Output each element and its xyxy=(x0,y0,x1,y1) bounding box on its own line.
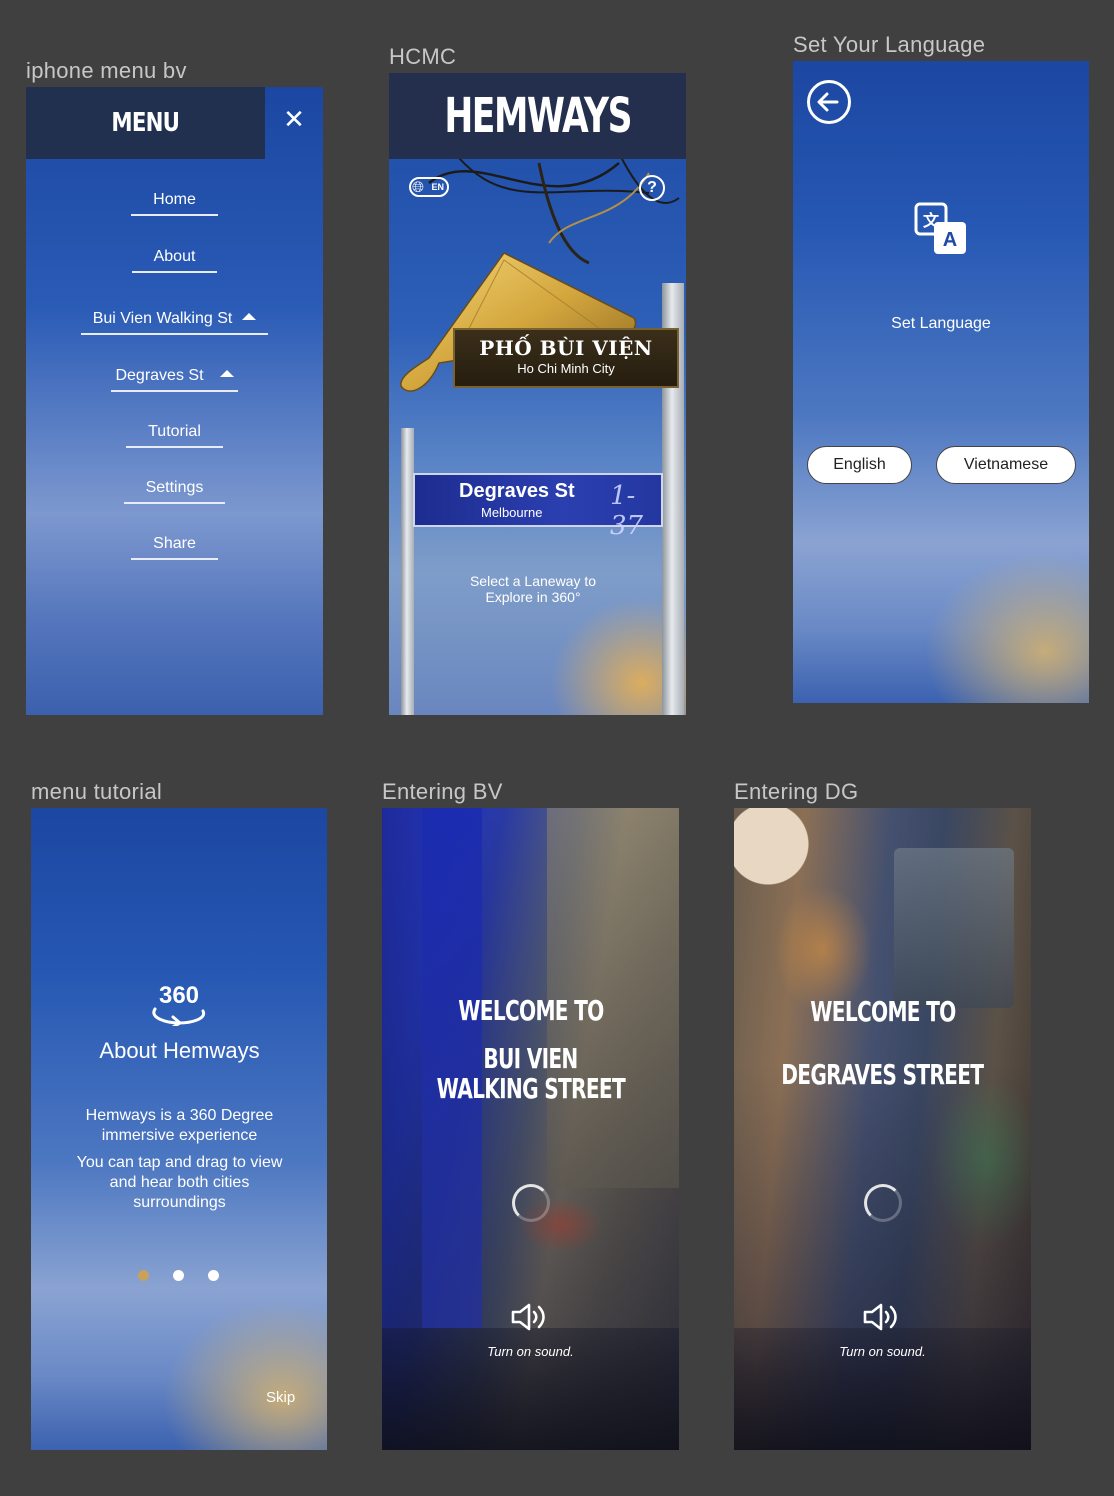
tutorial-heading: About Hemways xyxy=(99,1038,260,1063)
frame-title-tutorial: menu tutorial xyxy=(31,779,163,804)
skip-button[interactable]: Skip xyxy=(266,1389,295,1406)
body-line: surroundings xyxy=(133,1194,226,1211)
sign-bui-vien-city: Ho Chi Minh City xyxy=(517,361,615,376)
menu-item-degraves[interactable]: Degraves St xyxy=(26,367,323,392)
frame-title-enter-bv: Entering BV xyxy=(382,779,503,804)
welcome-line-1: WELCOME TO xyxy=(382,996,679,1026)
welcome-text: WELCOME TO xyxy=(457,994,604,1027)
sign-pole-left xyxy=(401,428,414,715)
english-button[interactable]: English xyxy=(807,446,912,484)
menu-item-label: Tutorial xyxy=(126,423,223,448)
brand-header: HEMWAYS xyxy=(389,73,686,159)
tutorial-body-1: Hemways is a 360 Degree immersive experi… xyxy=(31,1106,327,1146)
frame-title-hcmc: HCMC xyxy=(389,44,457,69)
language-toggle[interactable]: 🌐︎ EN xyxy=(409,177,449,197)
menu-item-label: Home xyxy=(131,191,218,216)
welcome-line-2: BUI VIEN xyxy=(382,1044,679,1074)
welcome-text: BUI VIEN xyxy=(483,1042,578,1075)
barber-shop-sign xyxy=(734,808,819,928)
speaker-icon[interactable] xyxy=(510,1302,550,1332)
language-code: EN xyxy=(431,182,444,192)
tutorial-body-2: You can tap and drag to view and hear bo… xyxy=(31,1153,327,1213)
sign-degraves-city: Melbourne xyxy=(481,505,543,520)
loading-spinner-icon xyxy=(512,1184,550,1222)
menu-title: MENU xyxy=(111,108,180,138)
frame-title-enter-dg: Entering DG xyxy=(734,779,859,804)
back-arrow-icon[interactable] xyxy=(806,79,852,125)
entering-dg-screen: WELCOME TO DEGRAVES STREET Turn on sound… xyxy=(734,808,1031,1450)
pager-dot[interactable] xyxy=(208,1270,219,1281)
frame-title-menu: iphone menu bv xyxy=(26,58,187,83)
menu-item-label: Bui Vien Walking St xyxy=(92,310,233,327)
sign-bui-vien-name: PHỐ BÙI VIỆN xyxy=(479,336,653,360)
loading-spinner-icon xyxy=(864,1184,902,1222)
hcmc-screen: HEMWAYS 🌐︎ EN ? PHỐ BÙI VIỆN Ho Chi Minh… xyxy=(389,73,686,715)
sign-bui-vien[interactable]: PHỐ BÙI VIỆN Ho Chi Minh City xyxy=(453,328,679,388)
menu-item-label: Settings xyxy=(123,479,226,504)
svg-text:A: A xyxy=(943,229,957,251)
set-language-screen: 文 A Set Language English Vietnamese xyxy=(793,61,1089,703)
360-rotate-icon xyxy=(152,1007,206,1026)
body-line: You can tap and drag to view xyxy=(76,1154,283,1171)
frame-title-lang: Set Your Language xyxy=(793,32,986,57)
welcome-line-3: WALKING STREET xyxy=(382,1074,679,1104)
entering-bv-screen: WELCOME TO BUI VIEN WALKING STREET Turn … xyxy=(382,808,679,1450)
welcome-text: WELCOME TO xyxy=(809,995,956,1028)
sign-degraves-number: 1-37 xyxy=(610,481,644,541)
globe-icon: 🌐︎ xyxy=(412,178,425,196)
body-line: Hemways is a 360 Degree xyxy=(85,1107,274,1124)
welcome-line-2: DEGRAVES STREET xyxy=(734,1060,1031,1090)
menu-item-label: About xyxy=(131,248,218,273)
balcony-shape xyxy=(894,848,1014,1008)
menu-item-home[interactable]: Home xyxy=(26,191,323,216)
tutorial-screen: 360 About Hemways Hemways is a 360 Degre… xyxy=(31,808,327,1450)
menu-item-label: Degraves St xyxy=(115,367,204,384)
speaker-icon[interactable] xyxy=(862,1302,902,1332)
menu-item-label: Share xyxy=(131,535,218,560)
turn-on-sound-label[interactable]: Turn on sound. xyxy=(382,1344,679,1359)
help-icon[interactable]: ? xyxy=(639,175,665,201)
menu-item-settings[interactable]: Settings xyxy=(26,479,323,504)
menu-item-tutorial[interactable]: Tutorial xyxy=(26,423,323,448)
pager-dot-active[interactable] xyxy=(138,1270,149,1281)
prompt-line: Select a Laneway to xyxy=(469,573,597,589)
body-line: immersive experience xyxy=(101,1127,258,1144)
menu-header: MENU xyxy=(26,87,265,159)
welcome-text: WALKING STREET xyxy=(436,1072,625,1105)
pager-dot[interactable] xyxy=(173,1270,184,1281)
welcome-line-1: WELCOME TO xyxy=(734,997,1031,1027)
prompt-line: Explore in 360° xyxy=(485,589,581,605)
caret-up-icon[interactable] xyxy=(219,370,234,377)
turn-on-sound-label[interactable]: Turn on sound. xyxy=(734,1344,1031,1359)
brand-logo: HEMWAYS xyxy=(444,88,632,144)
menu-item-share[interactable]: Share xyxy=(26,535,323,560)
menu-screen: MENU ✕ Home About Bui Vien Walking St De… xyxy=(26,87,323,715)
sign-degraves-name: Degraves St xyxy=(459,480,575,502)
select-laneway-prompt: Select a Laneway to Explore in 360° xyxy=(389,573,677,605)
welcome-text: DEGRAVES STREET xyxy=(781,1058,984,1091)
sign-degraves[interactable]: Degraves St Melbourne 1-37 xyxy=(413,473,663,541)
vietnamese-button[interactable]: Vietnamese xyxy=(936,446,1076,484)
set-language-heading: Set Language xyxy=(891,315,991,332)
body-line: and hear both cities xyxy=(109,1174,250,1191)
menu-item-bui-vien[interactable]: Bui Vien Walking St xyxy=(26,310,323,335)
close-icon[interactable]: ✕ xyxy=(279,105,309,135)
translate-icon: 文 A xyxy=(914,202,966,254)
menu-item-about[interactable]: About xyxy=(26,248,323,273)
caret-up-icon[interactable] xyxy=(242,313,257,320)
